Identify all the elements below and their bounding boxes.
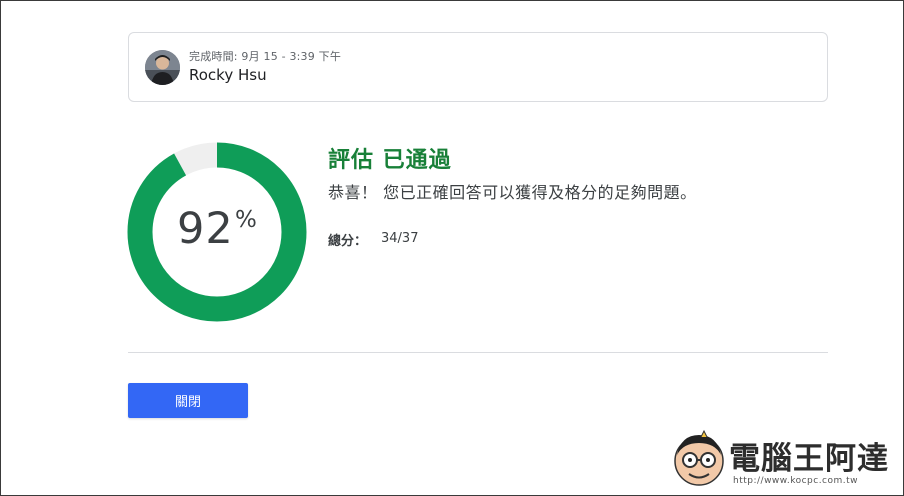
user-name: Rocky Hsu [189,66,267,84]
quiz-result-page: 完成時間: 9月 15 - 3:39 下午 Rocky Hsu 92 % 評估 … [1,1,904,496]
divider [128,352,828,353]
watermark: 電腦王阿達 http://www.kocpc.com.tw [671,429,897,495]
score-percent-value: 92 [177,204,234,254]
total-score-value: 34/37 [381,231,419,246]
avatar [145,50,180,85]
result-title: 評估 已通過 [328,148,452,173]
result-message: 恭喜！ 您已正確回答可以獲得及格分的足夠問題。 [328,183,697,202]
completion-card: 完成時間: 9月 15 - 3:39 下午 Rocky Hsu [128,32,828,102]
score-percent-sign: % [235,207,257,233]
completion-time: 完成時間: 9月 15 - 3:39 下午 [189,50,342,63]
mascot-logo [674,429,724,486]
watermark-url: http://www.kocpc.com.tw [733,476,859,486]
close-button[interactable]: 關閉 [128,383,248,418]
total-score-label: 總分： [328,234,368,249]
watermark-brand: 電腦王阿達 [729,441,889,477]
